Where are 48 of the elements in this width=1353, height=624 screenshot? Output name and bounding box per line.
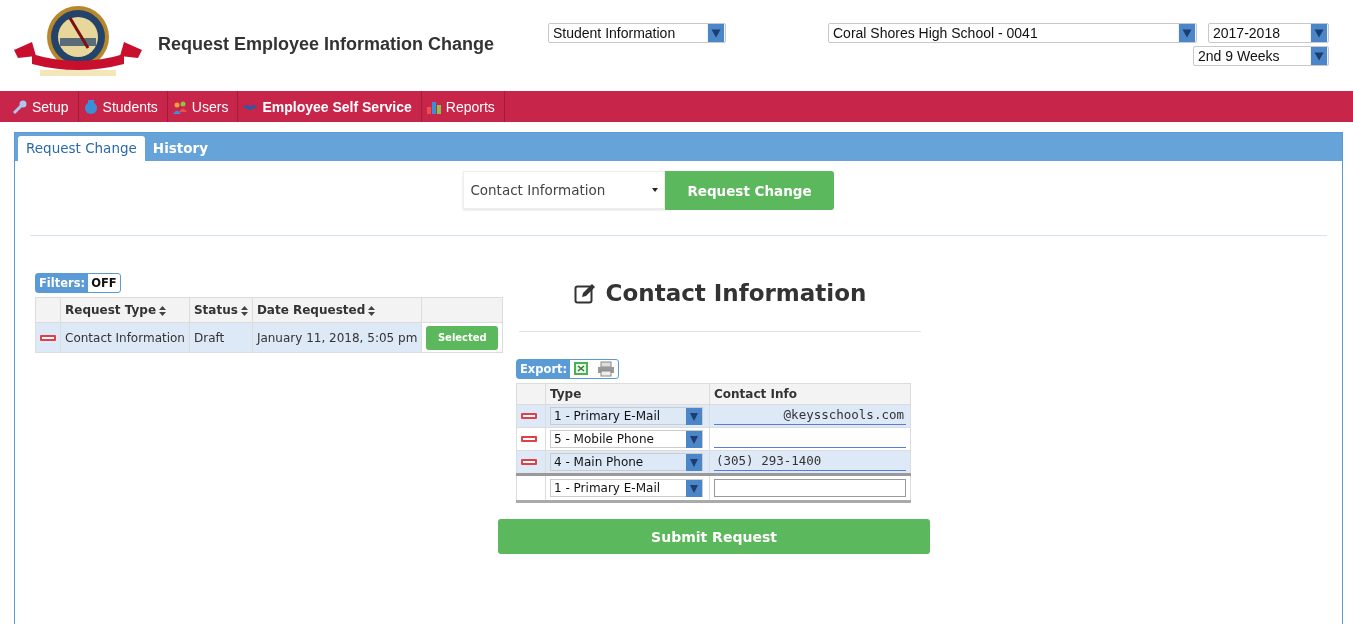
nav-item[interactable]: Users	[167, 91, 239, 122]
export-label: Export:	[517, 360, 571, 378]
caret-icon	[1178, 24, 1196, 42]
wrench-icon	[12, 98, 28, 115]
edit-icon	[573, 282, 596, 304]
column-header: Contact Info	[709, 383, 911, 405]
caret-icon	[686, 407, 702, 425]
caret-icon	[1310, 47, 1328, 65]
column-header[interactable]: Date Requested	[252, 297, 422, 323]
sort-icon[interactable]	[240, 305, 248, 316]
year-select[interactable]: 2017-2018	[1208, 23, 1329, 43]
type-select[interactable]: 4 - Main Phone	[550, 453, 703, 471]
remove-icon[interactable]	[521, 413, 537, 419]
column-header[interactable]: Request Type	[60, 297, 190, 323]
nav-item[interactable]: Students	[78, 91, 168, 122]
globe-icon	[82, 98, 99, 115]
caret-icon	[686, 430, 702, 448]
type-select[interactable]: 5 - Mobile Phone	[550, 430, 703, 448]
filters-toggle[interactable]: Filters: OFF	[35, 273, 121, 293]
request-type-select[interactable]: Contact Information	[463, 171, 666, 209]
sort-icon[interactable]	[159, 305, 167, 316]
type-select[interactable]: 1 - Primary E-Mail	[550, 479, 703, 497]
remove-icon[interactable]	[40, 334, 56, 341]
type-select[interactable]: 1 - Primary E-Mail	[550, 407, 703, 425]
table-cell: Draft	[189, 322, 253, 353]
section-title: Contact Information	[605, 280, 867, 306]
caret-icon	[686, 479, 702, 497]
table-cell: Contact Information	[60, 322, 190, 353]
caret-icon	[652, 187, 659, 193]
contact-info-field[interactable]	[714, 479, 906, 497]
caret-icon	[686, 453, 702, 471]
nav-item[interactable]: Reports	[421, 91, 505, 122]
table-cell: January 11, 2018, 5:05 pm	[252, 322, 422, 353]
sort-icon[interactable]	[368, 305, 376, 316]
page-title: Request Employee Information Change	[158, 34, 496, 55]
remove-icon[interactable]	[521, 459, 537, 465]
school-select[interactable]: Coral Shores High School - 0041	[828, 23, 1197, 43]
module-select[interactable]: Student Information	[548, 23, 726, 43]
caret-icon	[707, 24, 725, 42]
remove-icon[interactable]	[521, 436, 537, 442]
nav-item[interactable]: Employee Self Service	[238, 91, 422, 122]
nav-item[interactable]: Setup	[8, 91, 79, 122]
term-select[interactable]: 2nd 9 Weeks	[1193, 46, 1329, 66]
caret-icon	[1310, 24, 1328, 42]
tab[interactable]: Request Change	[18, 136, 145, 161]
column-header[interactable]: Status	[189, 297, 253, 323]
printer-icon[interactable]	[597, 361, 616, 377]
column-header: Type	[545, 383, 710, 405]
